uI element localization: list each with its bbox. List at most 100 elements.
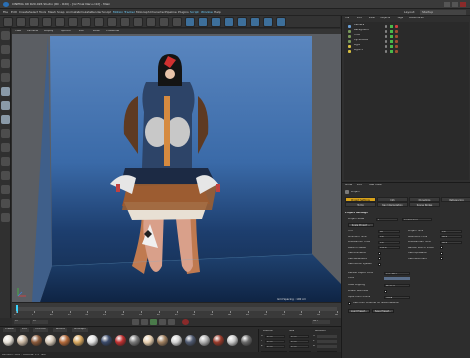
menu-script[interactable]: Script	[190, 11, 199, 14]
model-mode-icon[interactable]	[1, 45, 10, 54]
visibility-dot-render[interactable]	[385, 31, 387, 34]
project-scale-field[interactable]: 1	[376, 217, 398, 221]
setting-field[interactable]: 30	[378, 229, 400, 233]
setting-field[interactable]: 90 F	[440, 240, 462, 244]
light-icon[interactable]	[276, 17, 286, 27]
viewport-menu-display[interactable]: Display	[44, 30, 54, 33]
setting-field[interactable]: 100 %	[378, 246, 400, 249]
linear-workflow-checkbox[interactable]	[384, 289, 387, 293]
material-ball[interactable]	[87, 335, 98, 346]
make-editable-icon[interactable]	[1, 31, 10, 40]
material-ball[interactable]	[59, 335, 70, 346]
material-ball[interactable]	[115, 335, 126, 346]
spline-pen-icon[interactable]	[198, 17, 208, 27]
menu-mesh[interactable]: Mesh	[48, 11, 56, 14]
setting-checkbox[interactable]	[378, 257, 381, 260]
setting-checkbox[interactable]	[378, 262, 381, 266]
floor-icon[interactable]	[250, 17, 260, 27]
viewport-solo-icon[interactable]	[1, 157, 10, 166]
recent-tools-icon[interactable]	[81, 17, 91, 27]
undo-icon[interactable]	[3, 17, 13, 27]
material-ball[interactable]	[157, 335, 168, 346]
object-row[interactable]: Light	[345, 44, 467, 49]
material-ball[interactable]	[185, 335, 196, 346]
viewport-scene[interactable]: Grid Spacing : 100 cm	[12, 34, 341, 302]
edges-mode-icon[interactable]	[1, 101, 10, 110]
view-clipping-select[interactable]: Medium	[384, 283, 410, 287]
material-tab-texture[interactable]: Texture	[53, 328, 67, 332]
menu-file[interactable]: File	[3, 11, 8, 14]
snap-icon[interactable]	[1, 171, 10, 180]
object-manager-tab-tags[interactable]: Tags	[397, 17, 403, 20]
menu-simulate[interactable]: Simulate	[78, 11, 91, 14]
enabled-check-icon[interactable]	[390, 39, 393, 43]
setting-checkbox[interactable]	[440, 251, 443, 255]
material-tab-mograph[interactable]: MoGraph	[72, 328, 88, 332]
render-settings-icon[interactable]	[172, 17, 182, 27]
coordinate-system-icon[interactable]	[133, 17, 143, 27]
material-tab-function[interactable]: Function	[33, 328, 49, 332]
setting-field[interactable]: 90 F	[440, 235, 462, 238]
x-axis-icon[interactable]	[94, 17, 104, 27]
material-tab-create[interactable]: Create	[3, 328, 16, 332]
menu-mograph[interactable]: MoGraph	[136, 11, 150, 14]
object-row[interactable]: Cyclorama	[345, 39, 467, 44]
object-row[interactable]: Background	[345, 29, 467, 34]
object-manager-tab-edit[interactable]: Edit	[357, 17, 362, 20]
viewport-menu-view[interactable]: View	[15, 30, 21, 33]
material-tab-edit[interactable]: Edit	[19, 328, 29, 332]
z-axis-icon[interactable]	[120, 17, 130, 27]
enabled-check-icon[interactable]	[390, 24, 393, 28]
object-row[interactable]: Light.1	[345, 49, 467, 54]
viewport-menu-filter[interactable]: Filter	[78, 30, 84, 33]
menu-help[interactable]: Help	[214, 11, 221, 14]
visibility-dot-render[interactable]	[385, 26, 387, 29]
tweak-mode-icon[interactable]	[1, 143, 10, 152]
visibility-dot-render[interactable]	[385, 51, 387, 54]
setting-checkbox[interactable]	[440, 257, 443, 260]
bend-icon[interactable]	[237, 17, 247, 27]
material-ball[interactable]	[199, 335, 210, 346]
material-ball[interactable]	[143, 335, 154, 346]
viewport-menu-options[interactable]: Options	[61, 30, 71, 33]
go-start-button[interactable]	[132, 319, 139, 325]
menu-character[interactable]: Character	[150, 11, 165, 14]
setting-field[interactable]: 0 F	[378, 235, 400, 238]
render-picture-viewer-icon[interactable]	[159, 17, 169, 27]
menu-pipeline[interactable]: Pipeline	[165, 11, 177, 14]
rotate-icon[interactable]	[68, 17, 78, 27]
play-button[interactable]	[150, 319, 157, 325]
end-frame-field[interactable]: 90 F	[312, 320, 330, 324]
close-button[interactable]	[460, 2, 466, 7]
use-color-channel-checkbox[interactable]	[348, 301, 351, 305]
start-frame-field[interactable]: 0 F	[14, 320, 30, 324]
enabled-check-icon[interactable]	[390, 49, 393, 53]
visibility-dot-render[interactable]	[385, 41, 387, 44]
material-ball[interactable]	[241, 335, 252, 346]
default-object-color-select[interactable]: Gray Blue	[384, 271, 410, 275]
menu-snap[interactable]: Snap	[57, 11, 65, 14]
menu-sculpt[interactable]: Sculpt	[102, 11, 111, 14]
menu-create[interactable]: Create	[19, 11, 29, 14]
menu-render[interactable]: Render	[91, 11, 102, 14]
minimize-button[interactable]	[444, 2, 450, 7]
size-y-field[interactable]: 0 cm	[289, 339, 309, 343]
next-frame-button[interactable]	[159, 319, 166, 325]
viewport-menu-panel[interactable]: Panel	[93, 30, 100, 33]
redo-icon[interactable]	[16, 17, 26, 27]
position-y-field[interactable]: 0 cm	[265, 339, 285, 343]
visibility-dot-render[interactable]	[385, 46, 387, 49]
material-ball[interactable]	[45, 335, 56, 346]
material-ball[interactable]	[17, 335, 28, 346]
texture-mode-icon[interactable]	[1, 59, 10, 68]
paint-icon[interactable]	[1, 213, 10, 222]
input-color-profile-select[interactable]: sRGB	[384, 295, 410, 299]
menu-motion-tracker[interactable]: Motion Tracker	[113, 11, 135, 14]
menu-plugins[interactable]: Plugins	[178, 11, 189, 14]
material-ball[interactable]	[227, 335, 238, 346]
polygons-mode-icon[interactable]	[1, 115, 10, 124]
material-ball[interactable]	[129, 335, 140, 346]
rotation-field[interactable]	[317, 339, 337, 343]
rotation-field[interactable]	[317, 334, 337, 338]
menu-tools[interactable]: Tools	[39, 11, 46, 14]
